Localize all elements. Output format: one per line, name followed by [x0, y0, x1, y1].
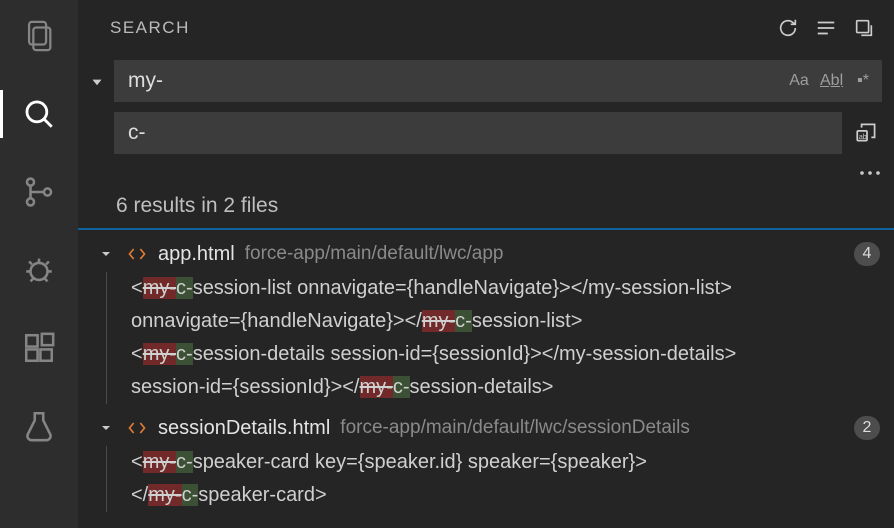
- match-removed: my-: [143, 343, 176, 365]
- replace-all-icon[interactable]: ab: [852, 118, 882, 148]
- file-group: app.html force-app/main/default/lwc/app 4…: [78, 230, 894, 404]
- match-removed: my-: [143, 451, 176, 473]
- file-path: force-app/main/default/lwc/sessionDetail…: [340, 417, 690, 439]
- chevron-down-icon: [98, 246, 116, 262]
- whole-word-icon[interactable]: Ab̲l: [820, 72, 842, 90]
- match-added: c-: [176, 451, 193, 473]
- match-line[interactable]: </my-c-speaker-card>: [107, 479, 894, 512]
- toggle-replace-icon[interactable]: [84, 62, 110, 104]
- match-added: c-: [393, 376, 410, 398]
- match-added: c-: [455, 310, 472, 332]
- activity-debug[interactable]: [21, 252, 57, 288]
- activity-testing[interactable]: [21, 408, 57, 444]
- match-case-icon[interactable]: Aa: [788, 72, 810, 90]
- search-panel: SEARCH Aa Ab̲l ▪*: [78, 0, 894, 528]
- file-path: force-app/main/default/lwc/app: [245, 243, 504, 265]
- search-input[interactable]: [114, 60, 882, 102]
- activity-explorer[interactable]: [21, 18, 57, 54]
- html-file-icon: [126, 244, 148, 264]
- html-file-icon: [126, 418, 148, 438]
- panel-header: SEARCH: [78, 0, 894, 56]
- svg-text:ab: ab: [859, 134, 867, 141]
- match-line[interactable]: <my-c-session-list onnavigate={handleNav…: [107, 272, 894, 305]
- activity-extensions[interactable]: [21, 330, 57, 366]
- match-removed: my-: [360, 376, 393, 398]
- match-removed: my-: [148, 484, 181, 506]
- activity-search[interactable]: [21, 96, 57, 132]
- file-group: sessionDetails.html force-app/main/defau…: [78, 404, 894, 512]
- match-line[interactable]: <my-c-session-details session-id={sessio…: [107, 338, 894, 371]
- file-name: app.html: [158, 243, 235, 266]
- chevron-down-icon: [98, 420, 116, 436]
- search-options: Aa Ab̲l ▪*: [788, 72, 874, 90]
- match-line[interactable]: <my-c-speaker-card key={speaker.id} spea…: [107, 446, 894, 479]
- match-added: c-: [176, 343, 193, 365]
- file-name: sessionDetails.html: [158, 417, 330, 440]
- file-header[interactable]: sessionDetails.html force-app/main/defau…: [78, 410, 894, 446]
- match-line[interactable]: session-id={sessionId}></my-c-session-de…: [107, 371, 894, 404]
- match-count-badge: 4: [854, 242, 880, 266]
- match-added: c-: [176, 277, 193, 299]
- list-icon[interactable]: [814, 16, 838, 40]
- panel-title: SEARCH: [110, 18, 762, 38]
- results-summary: 6 results in 2 files: [78, 184, 894, 230]
- activity-bar: [0, 0, 78, 528]
- search-form: Aa Ab̲l ▪* ab: [78, 56, 894, 184]
- refresh-icon[interactable]: [776, 16, 800, 40]
- match-removed: my-: [143, 277, 176, 299]
- regex-icon[interactable]: ▪*: [852, 72, 874, 90]
- match-removed: my-: [422, 310, 455, 332]
- more-icon[interactable]: [858, 164, 882, 182]
- file-header[interactable]: app.html force-app/main/default/lwc/app 4: [78, 236, 894, 272]
- open-editor-icon[interactable]: [852, 16, 876, 40]
- activity-scm[interactable]: [21, 174, 57, 210]
- match-count-badge: 2: [854, 416, 880, 440]
- match-added: c-: [182, 484, 199, 506]
- replace-input[interactable]: [114, 112, 842, 154]
- match-line[interactable]: onnavigate={handleNavigate}></my-c-sessi…: [107, 305, 894, 338]
- results-list: app.html force-app/main/default/lwc/app 4…: [78, 230, 894, 528]
